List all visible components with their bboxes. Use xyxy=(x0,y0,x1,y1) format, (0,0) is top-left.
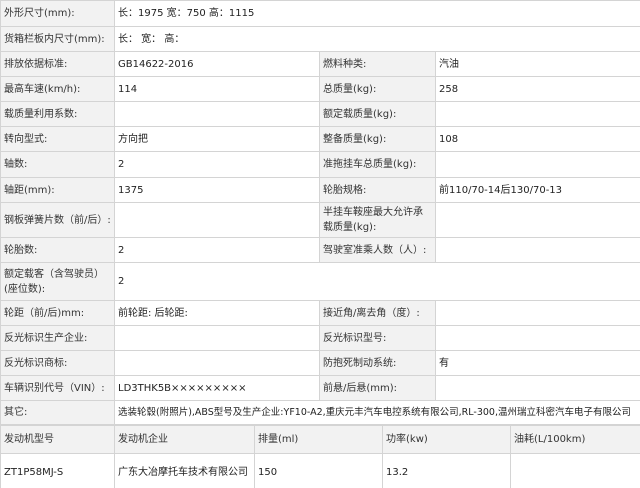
rated-load-label: 额定载质量(kg): xyxy=(319,101,436,127)
steering-label: 转向型式: xyxy=(0,126,115,152)
overhang-value xyxy=(435,375,640,401)
leaf-springs-value xyxy=(114,202,320,238)
rated-load-value xyxy=(435,101,640,127)
spec-row-springs: 钢板弹簧片数（前/后）: 半挂车鞍座最大允许承载质量(kg): xyxy=(0,202,640,238)
dims-label: 外形尺寸(mm): xyxy=(0,0,115,27)
engine-displacement-value: 150 xyxy=(254,453,383,488)
track-label: 轮距（前/后)mm: xyxy=(0,300,115,326)
other-value: 选装轮毂(附照片),ABS型号及生产企业:YF10-A2,重庆元丰汽车电控系统有… xyxy=(114,400,640,425)
tire-spec-value: 前110/70-14后130/70-13 xyxy=(435,177,640,203)
engine-fuel-header: 油耗(L/100km) xyxy=(510,425,640,454)
engine-table: 发动机型号 发动机企业 排量(ml) 功率(kw) 油耗(L/100km) ZT… xyxy=(0,425,640,488)
other-label: 其它: xyxy=(0,400,115,425)
reflector-mfr-value xyxy=(114,325,320,351)
engine-company-value: 广东大冶摩托车技术有限公司 xyxy=(114,453,255,488)
engine-data-row: ZT1P58MJ-S 广东大冶摩托车技术有限公司 150 13.2 xyxy=(0,453,640,488)
axles-label: 轴数: xyxy=(0,151,115,178)
reflector-model-value xyxy=(435,325,640,351)
curb-mass-value: 108 xyxy=(435,126,640,152)
leaf-springs-label: 钢板弹簧片数（前/后）: xyxy=(0,202,115,238)
tire-count-label: 轮胎数: xyxy=(0,237,115,263)
spec-row-dims: 外形尺寸(mm): 长：1975 宽：750 高：1115 xyxy=(0,0,640,27)
engine-model-header: 发动机型号 xyxy=(0,425,115,454)
spec-row-track: 轮距（前/后)mm: 前轮距: 后轮距: 接近角/离去角（度）: xyxy=(0,300,640,326)
spec-row-other: 其它: 选装轮毂(附照片),ABS型号及生产企业:YF10-A2,重庆元丰汽车电… xyxy=(0,400,640,425)
cab-passengers-value xyxy=(435,237,640,263)
engine-displacement-header: 排量(ml) xyxy=(254,425,383,454)
wheelbase-label: 轴距(mm): xyxy=(0,177,115,203)
cab-passengers-label: 驾驶室准乘人数（人）: xyxy=(319,237,436,263)
engine-company-header: 发动机企业 xyxy=(114,425,255,454)
dims-value: 长：1975 宽：750 高：1115 xyxy=(114,0,640,27)
standard-value: GB14622-2016 xyxy=(114,51,320,77)
vehicle-spec-table: 外形尺寸(mm): 长：1975 宽：750 高：1115 货箱栏板内尺寸(mm… xyxy=(0,0,640,425)
engine-header-row: 发动机型号 发动机企业 排量(ml) 功率(kw) 油耗(L/100km) xyxy=(0,425,640,454)
saddle-load-label: 半挂车鞍座最大允许承载质量(kg): xyxy=(319,202,436,238)
track-value: 前轮距: 后轮距: xyxy=(114,300,320,326)
spec-row-standard-fuel: 排放依据标准: GB14622-2016 燃料种类: 汽油 xyxy=(0,51,640,77)
rated-passengers-value: 2 xyxy=(114,262,640,301)
cargo-dims-value: 长： 宽： 高： xyxy=(114,26,640,52)
spec-row-tires: 轮胎数: 2 驾驶室准乘人数（人）: xyxy=(0,237,640,263)
approach-angle-value xyxy=(435,300,640,326)
spec-row-vin: 车辆识别代号（VIN）: LD3THK5B××××××××× 前悬/后悬(mm)… xyxy=(0,375,640,401)
fuel-label: 燃料种类: xyxy=(319,51,436,77)
load-util-label: 载质量利用系数: xyxy=(0,101,115,127)
trailer-mass-label: 准拖挂车总质量(kg): xyxy=(319,151,436,178)
overhang-label: 前悬/后悬(mm): xyxy=(319,375,436,401)
max-speed-value: 114 xyxy=(114,76,320,102)
reflector-mfr-label: 反光标识生产企业: xyxy=(0,325,115,351)
reflector-brand-label: 反光标识商标: xyxy=(0,350,115,376)
abs-value: 有 xyxy=(435,350,640,376)
spec-row-reflector: 反光标识生产企业: 反光标识型号: xyxy=(0,325,640,351)
engine-power-header: 功率(kw) xyxy=(382,425,511,454)
steering-value: 方向把 xyxy=(114,126,320,152)
spec-row-steering: 转向型式: 方向把 整备质量(kg): 108 xyxy=(0,126,640,152)
spec-row-wheelbase: 轴距(mm): 1375 轮胎规格: 前110/70-14后130/70-13 xyxy=(0,177,640,203)
spec-row-speed-mass: 最高车速(km/h): 114 总质量(kg): 258 xyxy=(0,76,640,102)
spec-row-passengers: 额定载客（含驾驶员）(座位数): 2 xyxy=(0,262,640,301)
saddle-load-value xyxy=(435,202,640,238)
vin-value: LD3THK5B××××××××× xyxy=(114,375,320,401)
tire-spec-label: 轮胎规格: xyxy=(319,177,436,203)
max-speed-label: 最高车速(km/h): xyxy=(0,76,115,102)
abs-label: 防抱死制动系统: xyxy=(319,350,436,376)
reflector-brand-value xyxy=(114,350,320,376)
tire-count-value: 2 xyxy=(114,237,320,263)
spec-row-brand-abs: 反光标识商标: 防抱死制动系统: 有 xyxy=(0,350,640,376)
rated-passengers-label: 额定载客（含驾驶员）(座位数): xyxy=(0,262,115,301)
standard-label: 排放依据标准: xyxy=(0,51,115,77)
approach-angle-label: 接近角/离去角（度）: xyxy=(319,300,436,326)
spec-row-load: 载质量利用系数: 额定载质量(kg): xyxy=(0,101,640,127)
load-util-value xyxy=(114,101,320,127)
trailer-mass-value xyxy=(435,151,640,178)
engine-fuel-value xyxy=(510,453,640,488)
reflector-model-label: 反光标识型号: xyxy=(319,325,436,351)
fuel-value: 汽油 xyxy=(435,51,640,77)
curb-mass-label: 整备质量(kg): xyxy=(319,126,436,152)
engine-model-value: ZT1P58MJ-S xyxy=(0,453,115,488)
vin-label: 车辆识别代号（VIN）: xyxy=(0,375,115,401)
spec-row-cargo-dims: 货箱栏板内尺寸(mm): 长： 宽： 高： xyxy=(0,26,640,52)
axles-value: 2 xyxy=(114,151,320,178)
cargo-dims-label: 货箱栏板内尺寸(mm): xyxy=(0,26,115,52)
wheelbase-value: 1375 xyxy=(114,177,320,203)
spec-row-axles: 轴数: 2 准拖挂车总质量(kg): xyxy=(0,151,640,178)
total-mass-label: 总质量(kg): xyxy=(319,76,436,102)
total-mass-value: 258 xyxy=(435,76,640,102)
engine-power-value: 13.2 xyxy=(382,453,511,488)
